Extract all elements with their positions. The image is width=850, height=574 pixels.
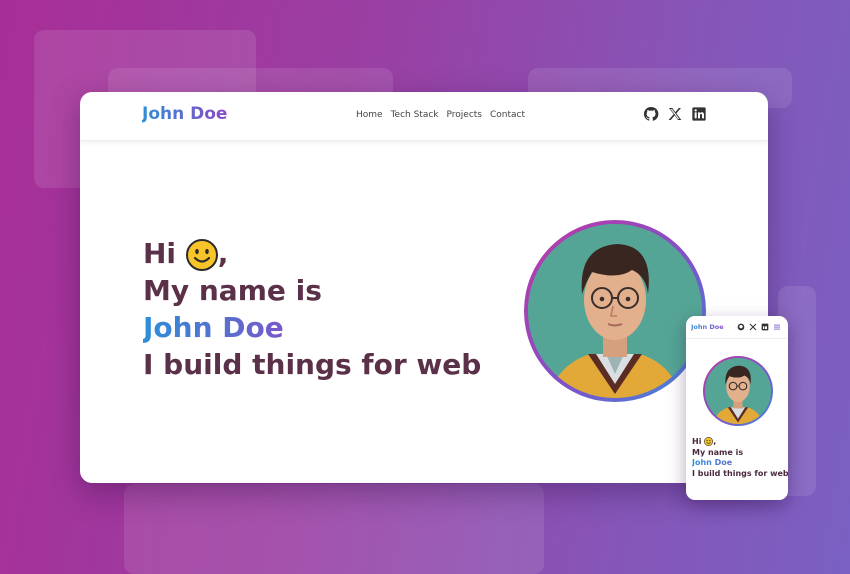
nav-link-projects[interactable]: Projects (447, 110, 482, 120)
hero-text: Hi , My name is John Doe I build things … (143, 235, 481, 383)
mobile-hero-intro: My name is (692, 447, 744, 457)
nav-menu: Home Tech Stack Projects Contact (356, 110, 525, 120)
navbar: John Doe Home Tech Stack Projects Contac… (80, 92, 768, 141)
mobile-hero-greeting: Hi , (692, 437, 788, 448)
smiley-icon (704, 437, 714, 446)
desktop-mockup: John Doe Home Tech Stack Projects Contac… (80, 92, 768, 483)
hero-greeting: Hi , (143, 235, 481, 272)
mobile-nav-icons (737, 323, 781, 331)
nav-link-contact[interactable]: Contact (490, 110, 525, 120)
mobile-greeting-comma: , (713, 437, 717, 446)
hero-name: John Doe (143, 309, 481, 346)
mobile-greeting-word: Hi (692, 437, 702, 446)
mobile-navbar: John Doe (686, 316, 788, 339)
profile-photo (524, 220, 706, 402)
mobile-avatar-illustration (705, 358, 771, 424)
social-links (643, 106, 707, 122)
greeting-comma: , (217, 237, 229, 270)
hero-tagline: I build things for web (143, 348, 482, 381)
github-icon[interactable] (737, 323, 745, 331)
mobile-hero-name: John Doe (692, 458, 788, 469)
linkedin-icon[interactable] (691, 106, 707, 122)
mobile-profile-photo (703, 356, 773, 426)
avatar-illustration (528, 224, 702, 398)
mobile-site-logo[interactable]: John Doe (691, 323, 724, 331)
site-logo[interactable]: John Doe (142, 104, 227, 124)
x-icon[interactable] (667, 106, 683, 122)
hero-intro: My name is (143, 274, 322, 307)
mobile-hero-text: Hi , My name is John Doe I build things … (692, 437, 788, 479)
mobile-mockup: John Doe Hi , My name is John Doe I buil… (686, 316, 788, 500)
x-icon[interactable] (749, 323, 757, 331)
linkedin-icon[interactable] (761, 323, 769, 331)
mobile-hero-tagline: I build things for web (692, 468, 788, 478)
nav-link-tech-stack[interactable]: Tech Stack (391, 110, 439, 120)
nav-link-home[interactable]: Home (356, 110, 383, 120)
greeting-word: Hi (143, 237, 177, 270)
menu-icon[interactable] (773, 323, 781, 331)
background-panel (124, 484, 544, 574)
github-icon[interactable] (643, 106, 659, 122)
smiley-icon (185, 239, 218, 271)
